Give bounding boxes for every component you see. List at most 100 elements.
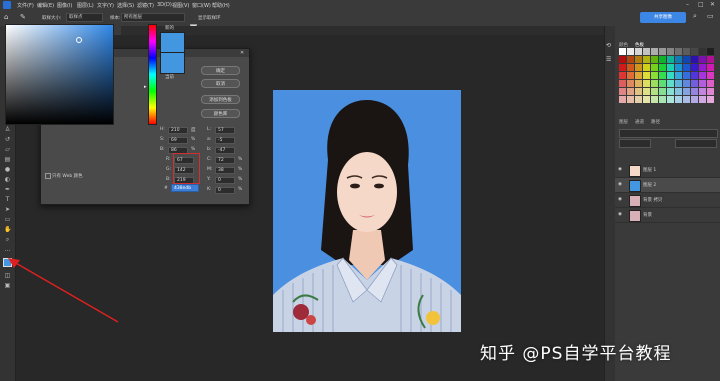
swatch-cell[interactable] xyxy=(675,48,682,55)
swatch-cell[interactable] xyxy=(659,72,666,79)
search-icon[interactable]: ⌕ xyxy=(693,12,697,21)
panel-tab-paths[interactable]: 路径 xyxy=(651,119,660,125)
swatch-cell[interactable] xyxy=(627,96,634,103)
swatch-cell[interactable] xyxy=(651,56,658,63)
swatch-cell[interactable] xyxy=(683,48,690,55)
swatch-cell[interactable] xyxy=(619,72,626,79)
swatch-cell[interactable] xyxy=(707,48,714,55)
swatch-cell[interactable] xyxy=(659,64,666,71)
dialog-close-icon[interactable]: ✕ xyxy=(240,50,244,56)
hue-slider-handle-icon[interactable]: ▸ xyxy=(144,84,147,90)
cancel-button[interactable]: 取消 xyxy=(201,79,240,88)
shape-tool-icon[interactable]: ▭ xyxy=(4,216,11,223)
visibility-eye-icon[interactable]: ◉ xyxy=(618,182,623,187)
swatch-cell[interactable] xyxy=(643,48,650,55)
swatch-cell[interactable] xyxy=(635,88,642,95)
saturation-brightness-field[interactable] xyxy=(5,24,114,125)
menu-view[interactable]: 视图(V) xyxy=(172,2,189,9)
blur-tool-icon[interactable]: ● xyxy=(4,166,11,173)
swatch-cell[interactable] xyxy=(627,72,634,79)
swatch-cell[interactable] xyxy=(683,88,690,95)
menu-window[interactable]: 窗口(W) xyxy=(192,2,211,9)
swatch-cell[interactable] xyxy=(619,48,626,55)
swatch-cell[interactable] xyxy=(635,80,642,87)
swatch-cell[interactable] xyxy=(699,56,706,63)
swatch-cell[interactable] xyxy=(707,96,714,103)
swatch-cell[interactable] xyxy=(627,48,634,55)
gradient-tool-icon[interactable]: ▤ xyxy=(4,156,11,163)
swatch-cell[interactable] xyxy=(627,80,634,87)
menu-select[interactable]: 选择(S) xyxy=(117,2,134,9)
swatch-cell[interactable] xyxy=(627,56,634,63)
swatch-cell[interactable] xyxy=(667,48,674,55)
swatch-cell[interactable] xyxy=(667,96,674,103)
menu-3d[interactable]: 3D(D) xyxy=(157,2,172,8)
swatch-cell[interactable] xyxy=(643,96,650,103)
swatch-cell[interactable] xyxy=(635,72,642,79)
swatch-cell[interactable] xyxy=(707,56,714,63)
current-color-swatch[interactable] xyxy=(160,52,185,74)
swatch-cell[interactable] xyxy=(651,64,658,71)
swatch-cell[interactable] xyxy=(659,88,666,95)
swatch-cell[interactable] xyxy=(667,64,674,71)
visibility-eye-icon[interactable]: ◉ xyxy=(618,197,623,202)
home-icon[interactable]: ⌂ xyxy=(4,13,8,21)
swatch-cell[interactable] xyxy=(675,72,682,79)
visibility-eye-icon[interactable]: ◉ xyxy=(618,212,623,217)
field-lab-b-input[interactable]: -47 xyxy=(215,147,235,154)
field-c-input[interactable]: 72 xyxy=(215,157,235,164)
swatch-cell[interactable] xyxy=(635,96,642,103)
swatch-cell[interactable] xyxy=(691,96,698,103)
swatch-cell[interactable] xyxy=(691,88,698,95)
menu-layer[interactable]: 图层(L) xyxy=(77,2,94,9)
swatch-cell[interactable] xyxy=(707,72,714,79)
swatch-cell[interactable] xyxy=(675,96,682,103)
workspace-icon[interactable]: ▭ xyxy=(707,12,714,20)
web-colors-checkbox[interactable] xyxy=(45,173,51,179)
menu-type[interactable]: 文字(Y) xyxy=(97,2,114,9)
swatch-cell[interactable] xyxy=(627,88,634,95)
layer-row[interactable]: ◉ 图层 1 xyxy=(615,163,720,178)
menu-help[interactable]: 帮助(H) xyxy=(212,2,230,9)
swatch-cell[interactable] xyxy=(675,80,682,87)
swatch-cell[interactable] xyxy=(683,72,690,79)
swatch-cell[interactable] xyxy=(643,72,650,79)
swatch-cell[interactable] xyxy=(651,80,658,87)
field-m-input[interactable]: 38 xyxy=(215,167,235,174)
swatch-cell[interactable] xyxy=(619,56,626,63)
swatch-cell[interactable] xyxy=(619,96,626,103)
history-brush-icon[interactable]: ↺ xyxy=(4,136,11,143)
swatch-cell[interactable] xyxy=(675,56,682,63)
swatch-cell[interactable] xyxy=(691,80,698,87)
menu-edit[interactable]: 编辑(E) xyxy=(37,2,54,9)
sample-layers-select[interactable]: 所有图层 xyxy=(121,13,185,22)
field-s-input[interactable]: 69 xyxy=(168,137,188,144)
menu-file[interactable]: 文件(F) xyxy=(17,2,34,9)
hex-input[interactable]: 438edb xyxy=(171,184,199,192)
field-h-input[interactable]: 210 xyxy=(168,127,188,134)
swatch-cell[interactable] xyxy=(635,56,642,63)
field-k-input[interactable]: 0 xyxy=(215,187,235,194)
menu-image[interactable]: 图像(I) xyxy=(57,2,72,9)
hand-tool-icon[interactable]: ✋ xyxy=(4,226,11,233)
swatch-cell[interactable] xyxy=(643,80,650,87)
swatch-cell[interactable] xyxy=(699,96,706,103)
eyedropper-tool-icon[interactable]: ✎ xyxy=(20,13,26,21)
swatch-cell[interactable] xyxy=(683,56,690,63)
swatches-grid[interactable] xyxy=(619,48,716,110)
swatch-cell[interactable] xyxy=(659,96,666,103)
minimize-icon[interactable]: – xyxy=(686,1,689,8)
portrait-photo[interactable] xyxy=(273,90,461,332)
swatch-cell[interactable] xyxy=(699,48,706,55)
swatch-cell[interactable] xyxy=(699,72,706,79)
close-icon[interactable]: ✕ xyxy=(710,1,715,8)
pen-tool-icon[interactable]: ✒ xyxy=(4,186,11,193)
properties-icon[interactable]: ☰ xyxy=(606,56,611,63)
swatch-cell[interactable] xyxy=(659,48,666,55)
field-y-input[interactable]: 0 xyxy=(215,177,235,184)
swatch-cell[interactable] xyxy=(651,88,658,95)
zoom-tool-icon[interactable]: ⌕ xyxy=(4,236,11,243)
layer-row-selected[interactable]: ◉ 图层 2 xyxy=(615,178,720,193)
swatch-cell[interactable] xyxy=(691,72,698,79)
swatch-cell[interactable] xyxy=(619,88,626,95)
